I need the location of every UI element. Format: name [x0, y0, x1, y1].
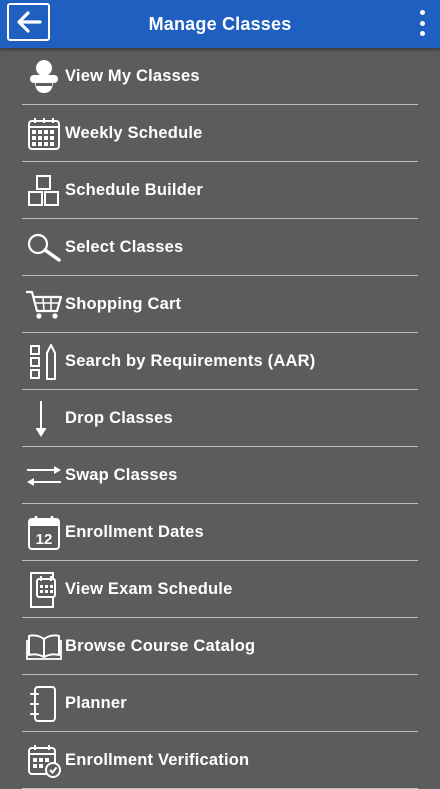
menu-item-label: Schedule Builder: [65, 181, 203, 199]
menu-item-weekly-schedule[interactable]: Weekly Schedule: [22, 105, 418, 162]
calendar-date-icon: 12: [25, 514, 63, 552]
menu-item-label: Weekly Schedule: [65, 124, 203, 142]
menu-item-select-classes[interactable]: Select Classes: [22, 219, 418, 276]
back-button[interactable]: [7, 3, 50, 41]
menu-item-search-by-requirements[interactable]: Search by Requirements (AAR): [22, 333, 418, 390]
calendar-check-icon: [25, 742, 63, 780]
menu-item-swap-classes[interactable]: Swap Classes: [22, 447, 418, 504]
page-title: Manage Classes: [148, 14, 292, 34]
arrow-down-icon: [25, 400, 63, 438]
menu-list: View My Classes Weekly Schedule Schedule…: [0, 48, 440, 789]
arrow-left-icon: [16, 11, 42, 33]
book-icon: [25, 628, 63, 666]
menu-item-label: Drop Classes: [65, 409, 173, 427]
swap-arrows-icon: [25, 457, 63, 495]
menu-item-browse-course-catalog[interactable]: Browse Course Catalog: [22, 618, 418, 675]
search-icon: [25, 229, 63, 267]
menu-item-view-exam-schedule[interactable]: View Exam Schedule: [22, 561, 418, 618]
menu-item-label: Swap Classes: [65, 466, 178, 484]
checklist-pencil-icon: [25, 343, 63, 381]
menu-item-label: Select Classes: [65, 238, 184, 256]
menu-item-planner[interactable]: Planner: [22, 675, 418, 732]
more-vertical-icon[interactable]: [416, 10, 428, 36]
blocks-icon: [25, 172, 63, 210]
menu-item-label: View Exam Schedule: [65, 580, 233, 598]
app-bar: Manage Classes: [0, 0, 440, 48]
menu-item-label: Enrollment Verification: [65, 751, 250, 769]
menu-item-enrollment-dates[interactable]: 12 Enrollment Dates: [22, 504, 418, 561]
svg-text:12: 12: [36, 531, 53, 548]
menu-item-label: View My Classes: [65, 67, 200, 85]
student-icon: [25, 58, 63, 96]
menu-item-label: Enrollment Dates: [65, 523, 204, 541]
menu-item-drop-classes[interactable]: Drop Classes: [22, 390, 418, 447]
menu-item-schedule-builder[interactable]: Schedule Builder: [22, 162, 418, 219]
calendar-grid-icon: [25, 115, 63, 153]
exam-calendar-icon: [25, 571, 63, 609]
menu-item-label: Shopping Cart: [65, 295, 182, 313]
menu-item-view-my-classes[interactable]: View My Classes: [22, 48, 418, 105]
menu-item-label: Search by Requirements (AAR): [65, 352, 316, 370]
menu-item-enrollment-verification[interactable]: Enrollment Verification: [22, 732, 418, 789]
menu-item-shopping-cart[interactable]: Shopping Cart: [22, 276, 418, 333]
notebook-icon: [25, 685, 63, 723]
menu-item-label: Browse Course Catalog: [65, 637, 256, 655]
menu-item-label: Planner: [65, 694, 127, 712]
cart-icon: [25, 286, 63, 324]
